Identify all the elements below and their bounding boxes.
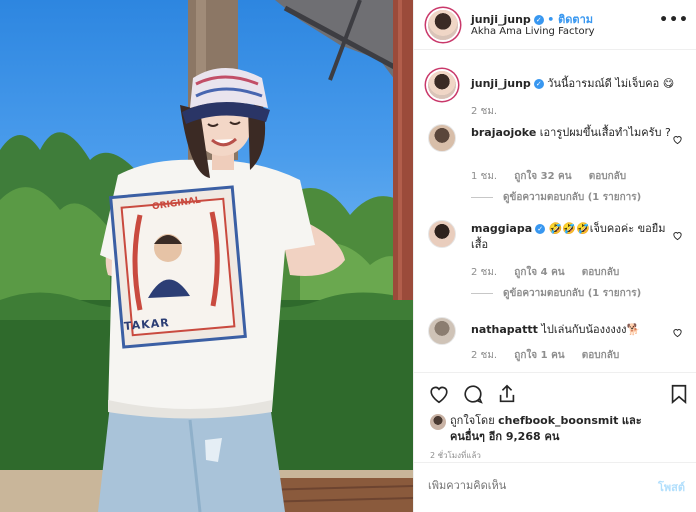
verified-badge-icon: ✓ [535, 224, 546, 234]
author-username[interactable]: junji_junp [471, 13, 531, 26]
comment-text-row: nathapattt ไปเล่นกับน้องงงงง🐕 [471, 322, 671, 338]
reply-button[interactable]: ตอบกลับ [582, 267, 619, 278]
comment-text: ไปเล่นกับน้องงงงง🐕 [541, 323, 641, 336]
comment-username[interactable]: maggiapa [471, 222, 532, 235]
post-photo-scene [0, 0, 413, 512]
caption-text: วันนี้อารมณ์ดี ไม่เจ็บคอ 😋 [547, 77, 675, 90]
author-avatar[interactable] [428, 10, 458, 40]
comment-time: 2 ชม. [471, 350, 498, 361]
caption-meta: 2 ชม. [471, 104, 511, 119]
view-replies-label: ดูข้อความตอบกลับ (1 รายการ) [503, 288, 642, 299]
comment-likes[interactable]: ถูกใจ 32 คน [514, 171, 571, 182]
share-icon[interactable] [496, 383, 518, 405]
post-time-ago[interactable]: 2 ชั่วโมงที่แล้ว [430, 449, 481, 462]
replies-divider [471, 196, 493, 198]
comment-time: 1 ชม. [471, 171, 498, 182]
replies-divider [471, 292, 493, 294]
caption-time: 2 ชม. [471, 106, 498, 117]
post-location[interactable]: Akha Ama Living Factory [471, 26, 595, 37]
caption-avatar[interactable] [428, 71, 456, 99]
view-replies-button[interactable]: ดูข้อความตอบกลับ (1 รายการ) [471, 286, 641, 301]
liker-avatar[interactable] [430, 414, 446, 430]
verified-badge-icon: ✓ [533, 79, 544, 89]
more-horizontal-icon[interactable]: ••• [659, 12, 689, 28]
view-replies-label: ดูข้อความตอบกลับ (1 รายการ) [503, 192, 642, 203]
liked-by-user[interactable]: chefbook_boonsmit [498, 414, 618, 427]
like-comment-heart-icon[interactable] [672, 230, 683, 241]
liked-by-prefix: ถูกใจโดย [450, 414, 495, 427]
post-header: junji_junp ✓ • ติดตาม Akha Ama Living Fac… [414, 0, 696, 50]
follow-button[interactable]: • ติดตาม [547, 13, 593, 26]
comment-meta: 2 ชม. ถูกใจ 4 คน ตอบกลับ [471, 265, 633, 280]
comment-avatar[interactable] [428, 124, 456, 152]
comment-meta: 2 ชม. ถูกใจ 1 คน ตอบกลับ [471, 348, 633, 363]
likes-others-count[interactable]: คนอื่นๆ อีก 9,268 คน [450, 430, 559, 443]
reply-button[interactable]: ตอบกลับ [589, 171, 626, 182]
like-comment-heart-icon[interactable] [672, 134, 683, 145]
add-comment-input[interactable] [428, 479, 628, 492]
comment-username[interactable]: nathapattt [471, 323, 538, 336]
post-comment-button[interactable]: โพสต์ [658, 478, 685, 496]
likes-summary[interactable]: ถูกใจโดย chefbook_boonsmit และ คนอื่นๆ อ… [450, 413, 680, 445]
add-comment-bar: โพสต์ [414, 462, 696, 512]
bookmark-icon[interactable] [668, 383, 690, 405]
post-side-panel: junji_junp ✓ • ติดตาม Akha Ama Living Fac… [413, 0, 696, 512]
post-photo[interactable]: ORIGINAL TAKAR [0, 0, 413, 512]
comment-time: 2 ชม. [471, 267, 498, 278]
comment-text-row: brajaojoke เอารูปผมขึ้นเสื้อทำไมครับ ? [471, 125, 671, 141]
caption-text-row: junji_junp ✓ วันนี้อารมณ์ดี ไม่เจ็บคอ 😋 [471, 76, 675, 92]
like-comment-heart-icon[interactable] [672, 327, 683, 338]
comment-text: เอารูปผมขึ้นเสื้อทำไมครับ ? [539, 126, 671, 139]
comment-username[interactable]: brajaojoke [471, 126, 536, 139]
comment-likes[interactable]: ถูกใจ 4 คน [514, 267, 564, 278]
verified-badge-icon: ✓ [533, 15, 544, 25]
reply-button[interactable]: ตอบกลับ [582, 350, 619, 361]
comment-meta: 1 ชม. ถูกใจ 32 คน ตอบกลับ [471, 169, 640, 184]
comment-text-row: maggiapa ✓ 🤣🤣🤣เจ็บคอค่ะ ขอยืมเสื้อ [471, 221, 671, 253]
comment-bubble-icon[interactable] [462, 383, 484, 405]
comments-list[interactable]: junji_junp ✓ วันนี้อารมณ์ดี ไม่เจ็บคอ 😋 2… [414, 51, 696, 372]
comment-likes[interactable]: ถูกใจ 1 คน [514, 350, 564, 361]
comment-avatar[interactable] [428, 220, 456, 248]
liked-by-and: และ [621, 414, 642, 427]
like-heart-icon[interactable] [428, 383, 450, 405]
caption-username[interactable]: junji_junp [471, 77, 531, 90]
comment-avatar[interactable] [428, 317, 456, 345]
view-replies-button[interactable]: ดูข้อความตอบกลับ (1 รายการ) [471, 190, 641, 205]
